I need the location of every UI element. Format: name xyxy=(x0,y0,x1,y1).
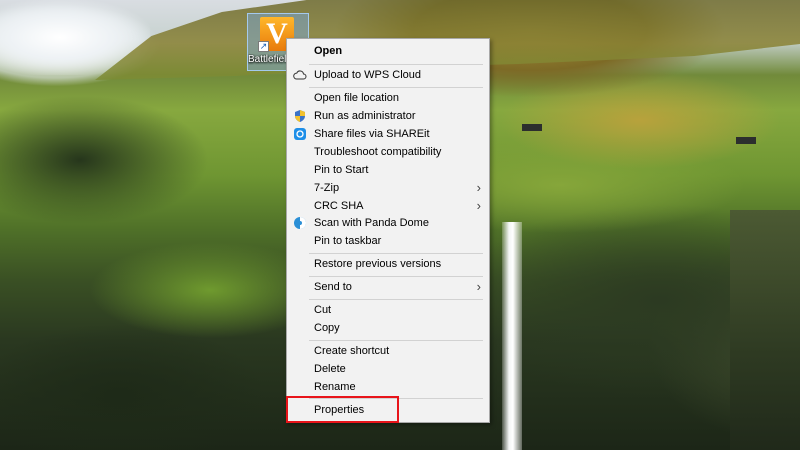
menu-item-label: Upload to WPS Cloud xyxy=(314,69,421,81)
chevron-right-icon: › xyxy=(476,198,481,213)
menu-item-label: Restore previous versions xyxy=(314,258,442,270)
menu-item-label: Copy xyxy=(314,322,340,334)
menu-item-label: Delete xyxy=(314,363,346,375)
menu-item-label: 7-Zip xyxy=(314,182,340,194)
menu-item-label: CRC SHA xyxy=(314,200,364,212)
menu-separator xyxy=(309,276,483,277)
menu-item-open-file-location[interactable]: Open file location xyxy=(287,89,489,107)
menu-separator xyxy=(309,299,483,300)
context-menu: Open Upload to WPS Cloud Open file locat… xyxy=(286,38,490,423)
menu-separator xyxy=(309,253,483,254)
menu-item-label: Pin to Start xyxy=(314,164,369,176)
menu-item-rename[interactable]: Rename xyxy=(287,378,489,396)
wallpaper-house xyxy=(522,124,542,131)
menu-item-label: Scan with Panda Dome xyxy=(314,217,429,229)
menu-item-pin-to-start[interactable]: Pin to Start xyxy=(287,161,489,179)
menu-item-label: Pin to taskbar xyxy=(314,235,382,247)
menu-item-label: Rename xyxy=(314,381,356,393)
menu-item-label: Run as administrator xyxy=(314,110,416,122)
menu-separator xyxy=(309,87,483,88)
menu-item-label: Create shortcut xyxy=(314,345,390,357)
menu-item-share-shareit[interactable]: Share files via SHAREit xyxy=(287,125,489,143)
menu-item-create-shortcut[interactable]: Create shortcut xyxy=(287,342,489,360)
menu-item-7zip[interactable]: 7-Zip › xyxy=(287,179,489,197)
menu-item-copy[interactable]: Copy xyxy=(287,319,489,337)
wallpaper-cliff xyxy=(730,210,800,450)
menu-item-scan-panda[interactable]: Scan with Panda Dome xyxy=(287,214,489,232)
menu-item-upload-wps[interactable]: Upload to WPS Cloud xyxy=(287,66,489,84)
shareit-icon xyxy=(294,128,306,140)
shortcut-arrow-icon: ↗ xyxy=(258,41,269,52)
menu-item-troubleshoot[interactable]: Troubleshoot compatibility xyxy=(287,143,489,161)
menu-item-label: Troubleshoot compatibility xyxy=(314,146,442,158)
menu-item-delete[interactable]: Delete xyxy=(287,360,489,378)
menu-item-label: Open xyxy=(314,45,343,57)
menu-separator xyxy=(309,64,483,65)
wallpaper-house xyxy=(736,137,756,144)
menu-item-open[interactable]: Open xyxy=(287,42,489,60)
menu-item-restore-versions[interactable]: Restore previous versions xyxy=(287,255,489,273)
uac-shield-icon xyxy=(295,110,305,122)
menu-item-pin-to-taskbar[interactable]: Pin to taskbar xyxy=(287,232,489,250)
chevron-right-icon: › xyxy=(476,180,481,195)
menu-item-label: Share files via SHAREit xyxy=(314,128,430,140)
menu-item-cut[interactable]: Cut xyxy=(287,301,489,319)
cloud-icon xyxy=(293,70,307,80)
shortcut-label: Battlefield xyxy=(248,54,287,65)
chevron-right-icon: › xyxy=(476,279,481,294)
menu-item-send-to[interactable]: Send to › xyxy=(287,278,489,296)
properties-highlight-box xyxy=(286,396,399,423)
menu-item-crc-sha[interactable]: CRC SHA › xyxy=(287,197,489,215)
menu-separator xyxy=(309,340,483,341)
menu-item-label: Send to xyxy=(314,281,352,293)
menu-item-label: Open file location xyxy=(314,92,399,104)
wallpaper-waterfall xyxy=(502,222,522,450)
panda-dome-icon xyxy=(294,217,306,229)
menu-item-run-as-admin[interactable]: Run as administrator xyxy=(287,107,489,125)
menu-item-label: Cut xyxy=(314,304,332,316)
